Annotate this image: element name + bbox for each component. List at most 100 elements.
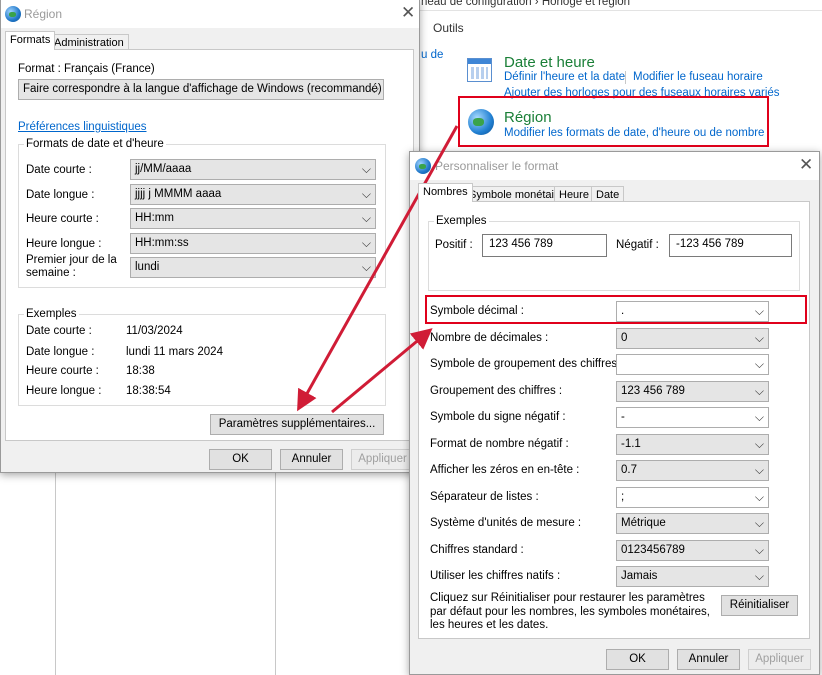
chevron-down-icon: ⌵ <box>754 463 764 477</box>
first-day-select[interactable]: lundi ⌵ <box>130 257 376 278</box>
standard-digits-value: 0123456789 <box>621 544 685 556</box>
close-icon[interactable]: ✕ <box>799 155 813 175</box>
reset-description: Cliquez sur Réinitialiser pour restaurer… <box>430 592 710 631</box>
decimal-count-select[interactable]: 0 ⌵ <box>616 328 769 349</box>
list-separator-select[interactable]: ; ⌵ <box>616 487 769 508</box>
chevron-down-icon: ⌵ <box>361 236 371 250</box>
short-date-value: jj/MM/aaaa <box>135 163 192 175</box>
globe-icon <box>415 158 431 174</box>
chevron-down-icon: ⌵ <box>361 162 371 176</box>
short-time-select[interactable]: HH:mm ⌵ <box>130 208 376 229</box>
cancel-button[interactable]: Annuler <box>677 649 740 670</box>
chevron-down-icon: ⌵ <box>754 490 764 504</box>
customize-titlebar: Personnaliser le format ✕ <box>410 152 819 180</box>
example-long-date-label: Date longue : <box>26 346 95 358</box>
set-date-time-link[interactable]: Définir l'heure et la date <box>504 71 625 83</box>
long-date-value: jjjj j MMMM aaaa <box>135 188 222 200</box>
customize-dialog-title: Personnaliser le format <box>435 159 559 173</box>
first-day-value: lundi <box>135 261 160 273</box>
change-timezone-link[interactable]: Modifier le fuseau horaire <box>633 71 763 83</box>
long-time-select[interactable]: HH:mm:ss ⌵ <box>130 233 376 254</box>
reset-button[interactable]: Réinitialiser <box>721 595 798 616</box>
date-time-icon[interactable] <box>467 58 492 82</box>
cancel-button[interactable]: Annuler <box>280 449 343 470</box>
close-icon[interactable]: ✕ <box>401 3 415 23</box>
chevron-down-icon: ⌵ <box>754 384 764 398</box>
date-time-title[interactable]: Date et heure <box>504 54 595 71</box>
measurement-system-value: Métrique <box>621 517 666 529</box>
native-digits-value: Jamais <box>621 570 658 582</box>
negative-format-value: -1.1 <box>621 438 641 450</box>
native-digits-select[interactable]: Jamais ⌵ <box>616 566 769 587</box>
example-short-time-value: 18:38 <box>126 365 155 377</box>
tab-time[interactable]: Heure <box>554 186 594 202</box>
measurement-system-label: Système d'unités de mesure : <box>430 517 582 529</box>
leading-zeros-label: Afficher les zéros en en-tête : <box>430 464 580 476</box>
positive-example-field[interactable]: 123 456 789 <box>482 234 607 257</box>
examples-group-label: Exemples <box>434 215 489 227</box>
region-titlebar: Région ✕ <box>1 0 419 28</box>
short-time-value: HH:mm <box>135 212 174 224</box>
negative-label: Négatif : <box>616 239 659 251</box>
leading-zeros-select[interactable]: 0.7 ⌵ <box>616 460 769 481</box>
example-long-date-value: lundi 11 mars 2024 <box>126 346 223 358</box>
chevron-down-icon: ⌵ <box>754 516 764 530</box>
chevron-down-icon: ⌵ <box>754 331 764 345</box>
chevron-down-icon: ⌵ <box>754 437 764 451</box>
negative-sign-select[interactable]: - ⌵ <box>616 407 769 428</box>
example-short-date-label: Date courte : <box>26 325 92 337</box>
formats-panel: Format : Français (France) Faire corresp… <box>5 49 414 441</box>
language-preferences-link[interactable]: Préférences linguistiques <box>18 121 147 133</box>
decimal-highlight-box <box>425 295 807 324</box>
breadcrumb[interactable]: neau de configuration › Horloge et régio… <box>421 0 630 8</box>
menu-tools[interactable]: Outils <box>433 21 464 35</box>
tab-formats[interactable]: Formats <box>5 31 56 50</box>
example-long-time-label: Heure longue : <box>26 385 102 397</box>
examples-group-label: Exemples <box>24 308 79 320</box>
long-time-value: HH:mm:ss <box>135 237 189 249</box>
long-date-select[interactable]: jjjj j MMMM aaaa ⌵ <box>130 184 376 205</box>
example-short-date-value: 11/03/2024 <box>126 325 183 337</box>
negative-format-select[interactable]: -1.1 ⌵ <box>616 434 769 455</box>
first-day-label: Premier jour de la semaine : <box>26 254 117 279</box>
digit-grouping-select[interactable]: 123 456 789 ⌵ <box>616 381 769 402</box>
standard-digits-select[interactable]: 0123456789 ⌵ <box>616 540 769 561</box>
apply-button[interactable]: Appliquer <box>748 649 811 670</box>
chevron-down-icon: ⌵ <box>361 260 371 274</box>
tab-numbers[interactable]: Nombres <box>418 183 473 202</box>
globe-icon <box>5 6 21 22</box>
background-window-frame <box>55 470 276 675</box>
chevron-down-icon: ⌵ <box>754 357 764 371</box>
ok-button[interactable]: OK <box>606 649 669 670</box>
chevron-down-icon: ⌵ <box>361 211 371 225</box>
negative-example-field[interactable]: -123 456 789 <box>669 234 792 257</box>
decimal-count-label: Nombre de décimales : <box>430 332 549 344</box>
negative-format-label: Format de nombre négatif : <box>430 438 569 450</box>
date-formats-group-label: Formats de date et d'heure <box>24 138 166 150</box>
digit-grouping-value: 123 456 789 <box>621 385 685 397</box>
link-separator <box>625 71 626 84</box>
customize-format-dialog: Personnaliser le format ✕ Nombres Symbol… <box>409 151 820 675</box>
short-date-label: Date courte : <box>26 164 92 176</box>
region-dialog: Région ✕ Formats Administration Format :… <box>0 0 420 473</box>
short-date-select[interactable]: jj/MM/aaaa ⌵ <box>130 159 376 180</box>
grouping-symbol-label: Symbole de groupement des chiffres : <box>430 358 624 370</box>
region-highlight-box <box>458 96 769 147</box>
tab-date[interactable]: Date <box>591 186 625 202</box>
native-digits-label: Utiliser les chiffres natifs : <box>430 570 561 582</box>
grouping-symbol-select[interactable]: ⌵ <box>616 354 769 375</box>
format-select-value: Faire correspondre à la langue d'afficha… <box>23 83 382 95</box>
long-time-label: Heure longue : <box>26 238 102 250</box>
ok-button[interactable]: OK <box>209 449 272 470</box>
chevron-down-icon: ⌵ <box>754 543 764 557</box>
format-select[interactable]: Faire correspondre à la langue d'afficha… <box>18 79 384 100</box>
tab-administration[interactable]: Administration <box>49 34 129 50</box>
additional-settings-button[interactable]: Paramètres supplémentaires... <box>210 414 384 435</box>
measurement-system-select[interactable]: Métrique ⌵ <box>616 513 769 534</box>
negative-sign-label: Symbole du signe négatif : <box>430 411 566 423</box>
list-separator-label: Séparateur de listes : <box>430 491 539 503</box>
numbers-panel: Exemples Positif : 123 456 789 Négatif :… <box>418 201 810 639</box>
example-long-time-value: 18:38:54 <box>126 385 171 397</box>
list-separator-value: ; <box>621 491 625 503</box>
apply-button[interactable]: Appliquer <box>351 449 414 470</box>
